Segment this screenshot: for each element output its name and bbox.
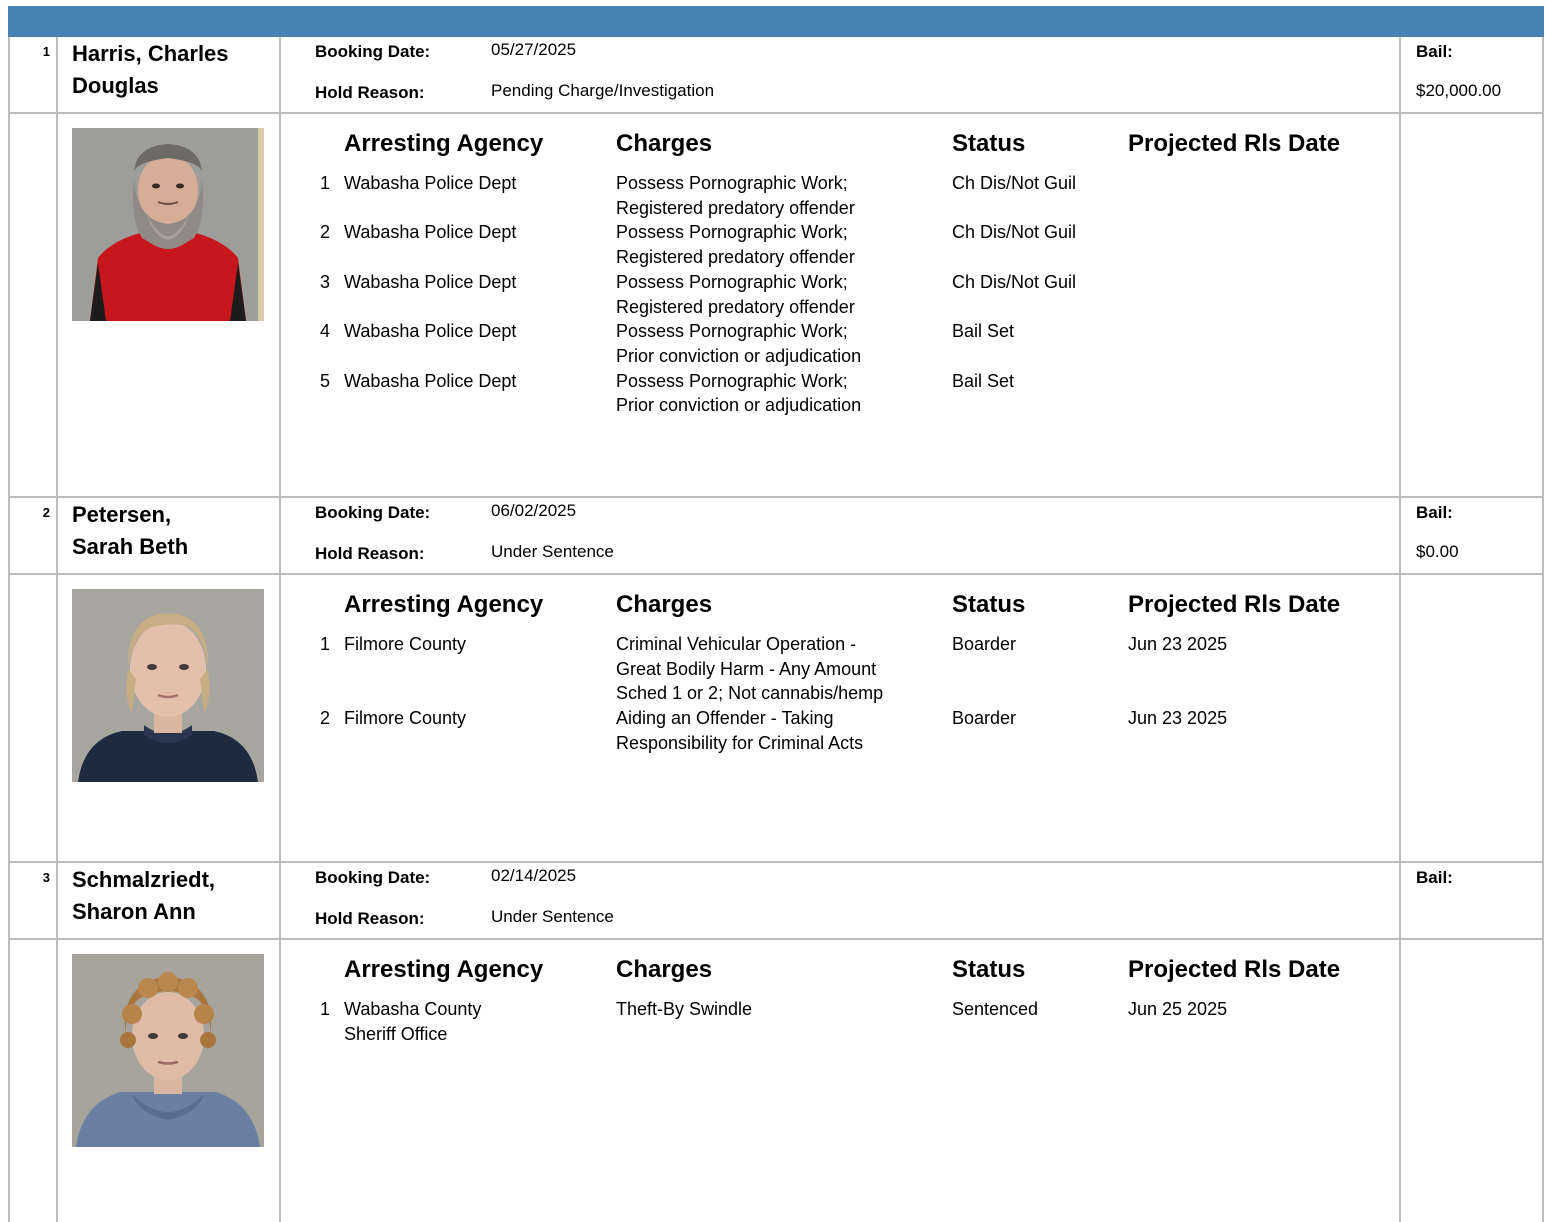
booking-date: 02/14/2025	[491, 866, 577, 885]
column-divider	[1399, 498, 1401, 863]
hold-reason: Under Sentence	[491, 542, 614, 561]
charge-agency: Filmore County	[344, 634, 467, 654]
column-divider	[279, 498, 281, 863]
charge-status: Boarder	[952, 634, 1017, 654]
booking-date-label: Booking Date:	[315, 868, 431, 887]
charge-status: Sentenced	[952, 999, 1039, 1019]
bail-label: Bail:	[1416, 868, 1453, 887]
charge-status: Bail Set	[952, 321, 1015, 342]
charge-agency: Wabasha Police Dept	[344, 321, 517, 342]
column-divider	[1399, 863, 1401, 1222]
column-divider	[1399, 37, 1401, 498]
mugshot-photo	[72, 954, 264, 1147]
charge-index: 1	[319, 173, 330, 193]
charge-release-date: Jun 23 2025	[1128, 634, 1228, 654]
charge-agency: Wabasha Police Dept	[344, 173, 517, 193]
hold-reason-label: Hold Reason:	[315, 83, 425, 102]
column-header-status: Status	[952, 130, 1026, 157]
column-header-charges: Charges	[616, 956, 713, 983]
hold-reason-label: Hold Reason:	[315, 544, 425, 563]
charge-description: Possess Pornographic Work; Prior convicti…	[616, 370, 862, 416]
charge-agency: Wabasha Police Dept	[344, 271, 517, 292]
booking-date-label: Booking Date:	[315, 503, 431, 522]
column-header-agency: Arresting Agency	[344, 956, 544, 983]
booking-date: 05/27/2025	[491, 40, 577, 59]
charge-status: Boarder	[952, 708, 1017, 729]
column-divider	[56, 863, 58, 1222]
column-divider	[279, 863, 281, 1222]
charge-index: 1	[319, 999, 330, 1019]
column-divider	[56, 37, 58, 498]
charge-index: 2	[319, 222, 330, 243]
table-border-left	[8, 37, 10, 1222]
mugshot-photo	[72, 128, 264, 321]
charge-agency: Wabasha Police Dept	[344, 370, 517, 391]
column-header-charges: Charges	[616, 591, 713, 618]
charge-index: 1	[319, 634, 330, 654]
charge-index: 2	[319, 708, 330, 729]
charge-release-date: Jun 25 2025	[1128, 999, 1228, 1019]
row-divider	[8, 938, 1544, 940]
charge-agency: Wabasha Police Dept	[344, 222, 517, 243]
charge-index: 5	[319, 370, 330, 391]
charge-description: Theft-By Swindle	[616, 999, 753, 1019]
hold-reason: Under Sentence	[491, 907, 614, 926]
charge-description: Aiding an Offender - Taking Responsibilit…	[616, 708, 864, 753]
charge-agency: Filmore County	[344, 708, 467, 729]
charge-description: Possess Pornographic Work; Prior convicti…	[616, 321, 862, 366]
charge-description: Possess Pornographic Work; Registered pre…	[616, 271, 855, 317]
charge-index: 4	[319, 321, 330, 342]
column-header-charges: Charges	[616, 130, 713, 157]
row-divider	[8, 112, 1544, 114]
booking-date: 06/02/2025	[491, 501, 577, 520]
row-divider	[8, 573, 1544, 575]
header-bar	[8, 6, 1544, 37]
charge-agency: Wabasha County Sheriff Office	[344, 999, 482, 1044]
bail-amount: $0.00	[1416, 542, 1459, 561]
column-header-release: Projected Rls Date	[1128, 956, 1341, 983]
column-header-agency: Arresting Agency	[344, 130, 544, 157]
column-divider	[279, 37, 281, 498]
column-divider	[56, 498, 58, 863]
column-header-release: Projected Rls Date	[1128, 591, 1341, 618]
column-header-agency: Arresting Agency	[344, 591, 544, 618]
bail-label: Bail:	[1416, 503, 1453, 522]
record-number: 2	[42, 505, 50, 520]
charge-status: Ch Dis/Not Guil	[952, 271, 1077, 292]
inmate-name: Harris, Charles Douglas	[72, 41, 229, 98]
booking-date-label: Booking Date:	[315, 42, 431, 61]
inmate-name: Petersen, Sarah Beth	[72, 502, 189, 559]
column-header-status: Status	[952, 591, 1026, 618]
charge-status: Ch Dis/Not Guil	[952, 173, 1077, 193]
mugshot-photo	[72, 589, 264, 782]
charge-index: 3	[319, 271, 330, 292]
record-number: 1	[42, 44, 50, 59]
charge-status: Ch Dis/Not Guil	[952, 222, 1077, 243]
charge-description: Possess Pornographic Work; Registered pre…	[616, 173, 855, 218]
row-divider	[8, 861, 1544, 863]
table-border-right	[1542, 37, 1544, 1222]
charge-release-date: Jun 23 2025	[1128, 708, 1228, 729]
hold-reason: Pending Charge/Investigation	[491, 81, 715, 100]
inmate-name: Schmalzriedt, Sharon Ann	[72, 867, 216, 924]
charge-description: Criminal Vehicular Operation - Great Bodi…	[616, 634, 884, 704]
column-header-status: Status	[952, 956, 1026, 983]
column-header-release: Projected Rls Date	[1128, 130, 1341, 157]
bail-label: Bail:	[1416, 42, 1453, 61]
charge-description: Possess Pornographic Work; Registered pre…	[616, 222, 855, 268]
charge-status: Bail Set	[952, 370, 1015, 391]
row-divider	[8, 496, 1544, 498]
record-number: 3	[42, 870, 50, 885]
bail-amount: $20,000.00	[1416, 81, 1502, 100]
hold-reason-label: Hold Reason:	[315, 909, 425, 928]
